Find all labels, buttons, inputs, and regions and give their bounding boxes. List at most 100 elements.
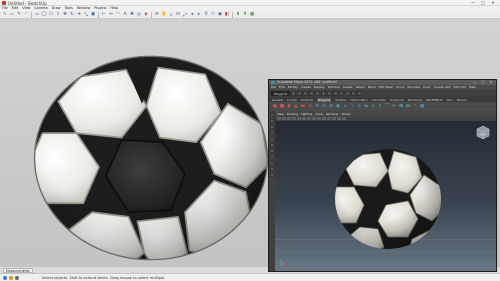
- paint-bucket-icon[interactable]: ◈: [143, 12, 149, 18]
- zoom-window-icon[interactable]: ⊡: [175, 12, 181, 18]
- rotate-tool-icon[interactable]: [270, 137, 274, 141]
- previous-view-icon[interactable]: ◂: [189, 12, 195, 18]
- bridge-icon[interactable]: ⌒: [384, 104, 390, 110]
- soccer-ball-model[interactable]: [32, 54, 270, 262]
- shelf-tab-subdivs[interactable]: Subdivs: [335, 98, 346, 102]
- maya-perspective-viewport[interactable]: FRONT: [275, 121, 496, 271]
- single-perspective-layout-icon[interactable]: [270, 161, 274, 165]
- paint-select-tool-icon[interactable]: [270, 125, 274, 129]
- difference-icon[interactable]: ∖: [349, 104, 355, 110]
- cylinder-icon[interactable]: ▮: [286, 104, 292, 110]
- zoom-icon[interactable]: ⌕: [168, 12, 174, 18]
- shelf-tab-painteffects[interactable]: PaintEffects: [426, 98, 442, 102]
- bevel-icon[interactable]: ◇: [370, 104, 376, 110]
- geo-location-icon[interactable]: [3, 276, 7, 280]
- panel-menu-renderer[interactable]: Renderer: [326, 112, 339, 116]
- image-plane-icon[interactable]: [287, 117, 291, 120]
- sphere-icon[interactable]: ●: [272, 104, 278, 110]
- soccer-ball-model-maya[interactable]: [333, 147, 443, 251]
- text-icon[interactable]: A: [122, 12, 128, 18]
- move-icon[interactable]: ✥: [62, 12, 68, 18]
- snap-curve-icon[interactable]: [333, 91, 339, 96]
- zoom-extents-icon[interactable]: ⤢: [182, 12, 188, 18]
- cube-icon[interactable]: ■: [279, 104, 285, 110]
- components-icon[interactable]: ▦: [249, 12, 255, 18]
- bookmark-icon[interactable]: [282, 117, 286, 120]
- cone-icon[interactable]: ▲: [293, 104, 299, 110]
- walk-icon[interactable]: ⚇: [210, 12, 216, 18]
- outliner-layout-icon[interactable]: [270, 173, 274, 177]
- uv-editor-icon[interactable]: ▦: [419, 104, 425, 110]
- separate-icon[interactable]: ⊖: [321, 104, 327, 110]
- pencil-icon[interactable]: ✎: [16, 12, 22, 18]
- shelf-tab-curves[interactable]: Curves: [287, 98, 297, 102]
- shadows-icon[interactable]: [327, 117, 331, 120]
- dimension-icon[interactable]: ↔: [108, 12, 114, 18]
- ipr-render-icon[interactable]: [351, 91, 357, 96]
- panel-menu-panels[interactable]: Panels: [342, 112, 351, 116]
- extract-icon[interactable]: ⊗: [328, 104, 334, 110]
- film-gate-icon[interactable]: [297, 117, 301, 120]
- shelf-tab-surfaces[interactable]: Surfaces: [301, 98, 313, 102]
- grid-toggle-icon[interactable]: [292, 117, 296, 120]
- arc-icon[interactable]: ◜: [23, 12, 29, 18]
- manipulator-tool-icon[interactable]: [270, 149, 274, 153]
- position-camera-icon[interactable]: ⚲: [203, 12, 209, 18]
- new-scene-icon[interactable]: [291, 91, 297, 96]
- pan-icon[interactable]: ✋: [161, 12, 167, 18]
- union-icon[interactable]: ∪: [342, 104, 348, 110]
- rotate-icon[interactable]: ↻: [69, 12, 75, 18]
- resolution-gate-icon[interactable]: [302, 117, 306, 120]
- share-model-icon[interactable]: ⬆: [242, 12, 248, 18]
- move-tool-icon[interactable]: [270, 131, 274, 135]
- shelf-tab-dynamics[interactable]: Dynamics: [390, 98, 404, 102]
- shelf-tab-toon[interactable]: Toon: [447, 98, 453, 102]
- plane-icon[interactable]: ▬: [300, 104, 306, 110]
- 3d-text-icon[interactable]: Ⓐ: [136, 12, 142, 18]
- shelf-tab-polygons[interactable]: Polygons: [316, 97, 332, 102]
- shelf-tab-rendering[interactable]: Rendering: [408, 98, 422, 102]
- mirror-icon[interactable]: ⇋: [363, 104, 369, 110]
- next-view-icon[interactable]: ▸: [196, 12, 202, 18]
- select-by-hierarchy-icon[interactable]: [309, 91, 315, 96]
- shelf-tab-deformation[interactable]: Deformation: [350, 98, 367, 102]
- rectangle-icon[interactable]: ▭: [34, 12, 40, 18]
- tape-measure-icon[interactable]: ⊢: [101, 12, 107, 18]
- polygon-icon[interactable]: ⬠: [48, 12, 54, 18]
- snap-point-icon[interactable]: [339, 91, 345, 96]
- select-tool-icon[interactable]: [270, 113, 274, 117]
- render-settings-icon[interactable]: [357, 91, 363, 96]
- lights-icon[interactable]: [322, 117, 326, 120]
- save-scene-icon[interactable]: [303, 91, 309, 96]
- panel-menu-shading[interactable]: Shading: [287, 112, 298, 116]
- select-by-component-icon[interactable]: [321, 91, 327, 96]
- last-tool-icon[interactable]: [270, 155, 274, 159]
- smooth-shade-icon[interactable]: [312, 117, 316, 120]
- shelf-tab-animation[interactable]: Animation: [372, 98, 386, 102]
- merge-icon[interactable]: ⋈: [405, 104, 411, 110]
- smooth-icon[interactable]: ◍: [335, 104, 341, 110]
- insert-loop-icon[interactable]: ⊞: [398, 104, 404, 110]
- four-view-layout-icon[interactable]: [270, 167, 274, 171]
- panel-menu-lighting[interactable]: Lighting: [301, 112, 312, 116]
- follow-me-icon[interactable]: ➜: [76, 12, 82, 18]
- axes-icon[interactable]: ✚: [129, 12, 135, 18]
- push-pull-icon[interactable]: ⇪: [55, 12, 61, 18]
- combine-icon[interactable]: ⊕: [314, 104, 320, 110]
- shelf-tab-general[interactable]: General: [272, 98, 283, 102]
- select-arrow-icon[interactable]: ↖: [2, 12, 8, 18]
- wireframe-icon[interactable]: [307, 117, 311, 120]
- isolate-select-icon[interactable]: [332, 117, 336, 120]
- menu-set-select[interactable]: Polygons: [271, 91, 291, 96]
- view-cube[interactable]: FRONT: [475, 125, 490, 139]
- section-plane-icon[interactable]: ◧: [224, 12, 230, 18]
- shelf-tab-muscle[interactable]: Muscle: [457, 98, 467, 102]
- eraser-icon[interactable]: ▱: [9, 12, 15, 18]
- select-by-object-icon[interactable]: [315, 91, 321, 96]
- torus-icon[interactable]: ◎: [307, 104, 313, 110]
- split-icon[interactable]: ✂: [391, 104, 397, 110]
- panel-menu-show[interactable]: Show: [315, 112, 323, 116]
- intersection-icon[interactable]: ∩: [356, 104, 362, 110]
- render-icon[interactable]: [345, 91, 351, 96]
- xray-icon[interactable]: [337, 117, 341, 120]
